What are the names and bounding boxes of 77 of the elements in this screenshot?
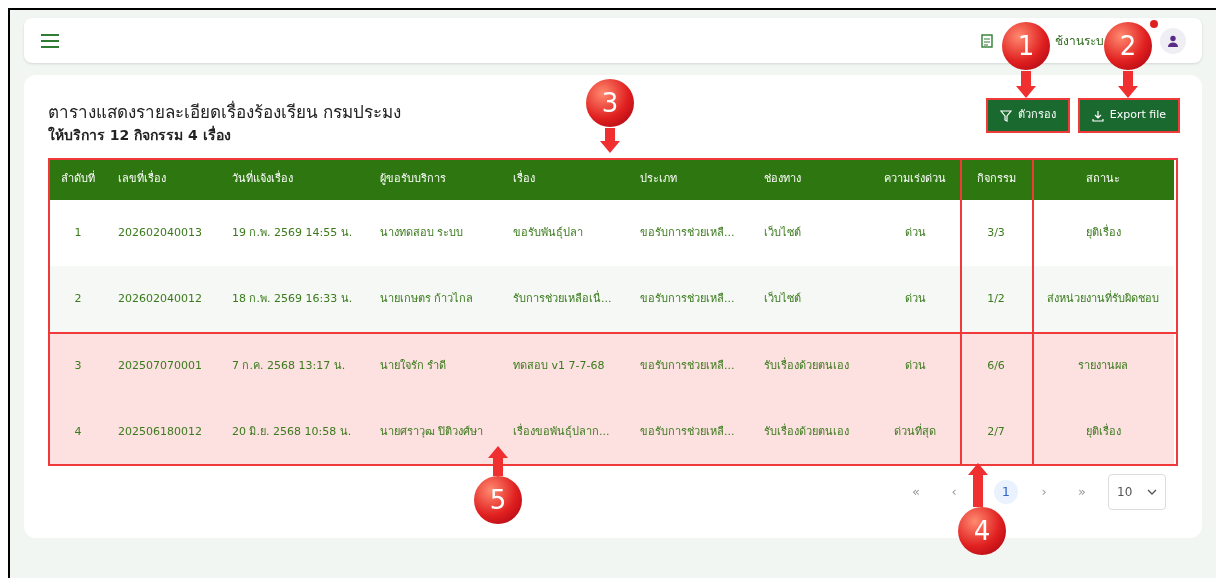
filter-icon — [999, 109, 1012, 122]
table-cell: 202602040012 — [108, 266, 222, 333]
table-cell: 202507070001 — [108, 333, 222, 399]
column-header: วันที่แจ้งเรื่อง — [222, 158, 370, 200]
column-header: ประเภท — [630, 158, 754, 200]
table-cell: ด่วน — [870, 266, 960, 333]
table-cell: เว็บไซต์ — [754, 266, 870, 333]
arrow-icon — [600, 128, 620, 153]
last-page-button[interactable]: » — [1070, 480, 1094, 504]
table-cell: ด่วน — [870, 333, 960, 399]
table-cell: เรื่องขอพันธุ์ปลาก... — [503, 399, 630, 466]
column-header: ลำดับที่ — [48, 158, 108, 200]
arrow-icon — [968, 463, 988, 507]
chevron-down-icon — [1147, 489, 1157, 495]
table-cell: 202506180012 — [108, 399, 222, 466]
table-cell: ด่วนที่สุด — [870, 399, 960, 466]
table-cell: รับเรื่องด้วยตนเอง — [754, 399, 870, 466]
page-subtitle: ให้บริการ 12 กิจกรรม 4 เรื่อง — [48, 125, 232, 145]
table-cell: รับการช่วยเหลือเนื่... — [503, 266, 630, 333]
table-row[interactable]: 1 202602040013 19 ก.พ. 2569 14:55 น. นางทดสอบ ระบบ ขอรับพันธุ์ปลา ขอรับการช่วยเหลื... เว็บไซต์ ด่วน 3/3 ยุติเรื่อง — [48, 200, 1174, 266]
table-cell: รับเรื่องด้วยตนเอง — [754, 333, 870, 399]
help-link[interactable]: ช้งานระบ — [1055, 31, 1104, 50]
table-cell: ด่วน — [870, 200, 960, 266]
next-page-button[interactable]: › — [1032, 480, 1056, 504]
table-row[interactable]: 4 202506180012 20 มิ.ย. 2568 10:58 น. นายศราวุฒ ปิติวงศ์ษา เรื่องขอพันธุ์ปลาก... ขอรับการช่วยเหลื... รับเรื่องด้วยตนเอง ด่วนที่สุด 2/7 ยุติเรื่อง — [48, 399, 1174, 466]
page-size-select[interactable]: 10 — [1108, 474, 1166, 510]
table-cell: ขอรับการช่วยเหลื... — [630, 200, 754, 266]
table-row[interactable]: 2 202602040012 18 ก.พ. 2569 16:33 น. นายเกษตร ก้าวไกล รับการช่วยเหลือเนื่... ขอรับการช่วยเหลื... เว็บไซต์ ด่วน 1/2 ส่งหน่วยงานที่รับผิดชอบ — [48, 266, 1174, 333]
table-cell: 19 ก.พ. 2569 14:55 น. — [222, 200, 370, 266]
column-header: เรื่อง — [503, 158, 630, 200]
arrow-icon — [1016, 71, 1036, 98]
table-cell: 4 — [48, 399, 108, 466]
column-header: ผู้ขอรับบริการ — [370, 158, 503, 200]
table-cell: 20 มิ.ย. 2568 10:58 น. — [222, 399, 370, 466]
table-cell: ทดสอบ v1 7-7-68 — [503, 333, 630, 399]
arrow-icon — [1118, 71, 1138, 98]
table-cell: ขอรับพันธุ์ปลา — [503, 200, 630, 266]
table-cell: 2 — [48, 266, 108, 333]
table-cell: 1 — [48, 200, 108, 266]
column-header: กิจกรรม — [960, 158, 1032, 200]
first-page-button[interactable]: « — [904, 480, 928, 504]
column-header: สถานะ — [1032, 158, 1174, 200]
table-cell: 3 — [48, 333, 108, 399]
table-cell: เว็บไซต์ — [754, 200, 870, 266]
table-cell: ขอรับการช่วยเหลื... — [630, 333, 754, 399]
arrow-icon — [488, 446, 508, 476]
page-button[interactable]: 1 — [994, 480, 1018, 504]
table-cell: 6/6 — [960, 333, 1032, 399]
user-icon — [1167, 34, 1179, 47]
table-cell: รายงานผล — [1032, 333, 1174, 399]
table-row[interactable]: 3 202507070001 7 ก.ค. 2568 13:17 น. นายใจรัก รำดี ทดสอบ v1 7-7-68 ขอรับการช่วยเหลื... รับเรื่องด้วยตนเอง ด่วน 6/6 รายงานผล — [48, 333, 1174, 399]
table-cell: 2/7 — [960, 399, 1032, 466]
page-title: ตารางแสดงรายละเอียดเรื่องร้องเรียน กรมประมง — [48, 99, 402, 124]
table-cell: ขอรับการช่วยเหลื... — [630, 399, 754, 466]
column-header: เลขที่เรื่อง — [108, 158, 222, 200]
table-cell: นายใจรัก รำดี — [370, 333, 503, 399]
download-icon — [1091, 109, 1104, 122]
table-cell: นายเกษตร ก้าวไกล — [370, 266, 503, 333]
previous-page-button[interactable]: ‹ — [942, 480, 966, 504]
column-header: ช่องทาง — [754, 158, 870, 200]
column-header: ความเร่งด่วน — [870, 158, 960, 200]
table-cell: ยุติเรื่อง — [1032, 200, 1174, 266]
document-icon — [981, 33, 993, 48]
table-cell: 1/2 — [960, 266, 1032, 333]
filter-button[interactable]: ตัวกรอง — [987, 100, 1068, 131]
table-cell: นางทดสอบ ระบบ — [370, 200, 503, 266]
table-cell: 202602040013 — [108, 200, 222, 266]
table-cell: 7 ก.ค. 2568 13:17 น. — [222, 333, 370, 399]
table-cell: ยุติเรื่อง — [1032, 399, 1174, 466]
avatar[interactable] — [1160, 27, 1186, 54]
menu-icon[interactable] — [40, 32, 60, 49]
table-cell: ขอรับการช่วยเหลื... — [630, 266, 754, 333]
table-cell: 3/3 — [960, 200, 1032, 266]
table-cell: 18 ก.พ. 2569 16:33 น. — [222, 266, 370, 333]
table-cell: ส่งหน่วยงานที่รับผิดชอบ — [1032, 266, 1174, 333]
table-cell: นายศราวุฒ ปิติวงศ์ษา — [370, 399, 503, 466]
export-button[interactable]: Export file — [1079, 100, 1178, 131]
